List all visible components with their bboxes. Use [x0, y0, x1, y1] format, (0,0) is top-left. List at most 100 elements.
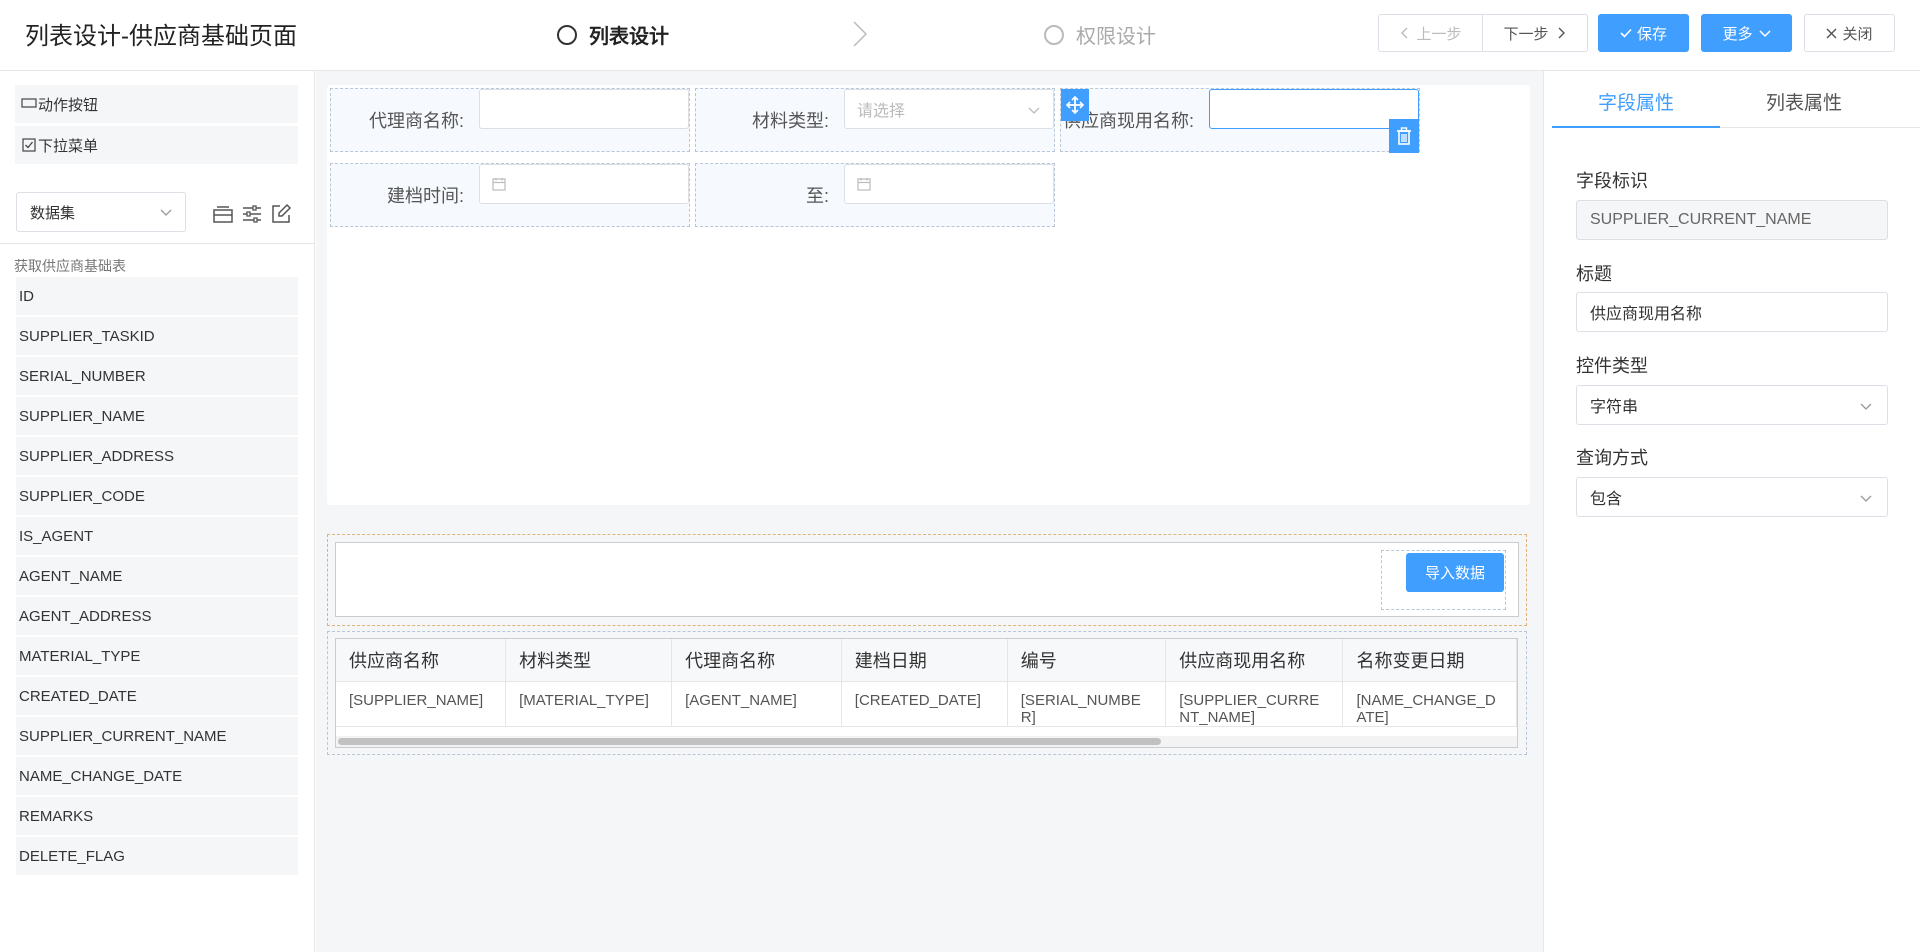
list-item[interactable]: AGENT_NAME [16, 557, 298, 595]
check-icon [1620, 28, 1632, 38]
import-data-button[interactable]: 导入数据 [1406, 553, 1504, 592]
title-input[interactable]: 供应商现用名称 [1576, 292, 1888, 332]
more-label: 更多 [1722, 25, 1753, 43]
chevron-left-icon [1401, 27, 1408, 39]
chevron-down-icon [1758, 30, 1771, 38]
data-table: 供应商名称 材料类型 代理商名称 建档日期 编号 供应商现用名称 名称变更日期 [SUPPL… [336, 639, 1517, 727]
tool-label: 动作按钮 [38, 96, 99, 114]
list-item[interactable]: SUPPLIER_ADDRESS [16, 437, 298, 475]
database-icon[interactable] [212, 203, 234, 230]
step-list-design[interactable]: 列表设计 [557, 20, 669, 49]
table-header-row: 供应商名称 材料类型 代理商名称 建档日期 编号 供应商现用名称 名称变更日期 [336, 639, 1517, 682]
table-column-header[interactable]: 供应商名称 [336, 639, 507, 682]
field-list: ID SUPPLIER_TASKID SERIAL_NUMBER SUPPLIER_N… [16, 277, 298, 877]
calendar-icon [857, 178, 871, 191]
table-column-header[interactable]: 材料类型 [505, 639, 673, 682]
created-time-start-input[interactable] [479, 164, 689, 204]
button-icon [20, 95, 38, 113]
query-mode-select[interactable]: 包含 [1576, 477, 1888, 517]
table-column-header[interactable]: 建档日期 [841, 639, 1008, 682]
list-item[interactable]: SERIAL_NUMBER [16, 357, 298, 395]
form-cell-supplier-current-name[interactable]: 供应商现用名称: [1060, 88, 1420, 152]
tool-dropdown-menu[interactable]: 下拉菜单 [15, 126, 298, 164]
list-item[interactable]: REMARKS [16, 797, 298, 835]
table-cell: [SUPPLIER_CURRENT_NAME] [1165, 681, 1344, 727]
tool-action-button[interactable]: 动作按钮 [15, 85, 298, 123]
tab-field-properties[interactable]: 字段属性 [1552, 88, 1720, 115]
step-circle-icon [557, 24, 577, 45]
checkbox-icon [20, 136, 38, 154]
step-permission-design[interactable]: 权限设计 [1044, 20, 1156, 49]
table-cell: [NAME_CHANGE_DATE] [1342, 681, 1517, 727]
control-type-value: 字符串 [1590, 399, 1639, 416]
query-mode-label: 查询方式 [1576, 448, 1648, 468]
more-button[interactable]: 更多 [1701, 14, 1792, 52]
supplier-current-name-input[interactable] [1209, 89, 1419, 129]
dataset-select[interactable]: 数据集 [16, 192, 186, 232]
agent-name-input[interactable] [479, 89, 689, 129]
save-button[interactable]: 保存 [1598, 14, 1689, 52]
table-area: 导入数据 供应商名称 材料类型 代理商名称 建档日期 编号 供应商现用名称 名称变更日期 [… [327, 534, 1527, 755]
filter-settings-icon[interactable] [241, 203, 263, 230]
form-cell-created-time-end[interactable]: 至: [695, 163, 1055, 227]
dataset-name-label: 获取供应商基础表 [14, 258, 126, 274]
list-item[interactable]: SUPPLIER_TASKID [16, 317, 298, 355]
prev-step-button[interactable]: 上一步 [1378, 14, 1483, 52]
button-region: 导入数据 [327, 534, 1527, 626]
list-item[interactable]: CREATED_DATE [16, 677, 298, 715]
table-column-header[interactable]: 编号 [1007, 639, 1167, 682]
table-cell: [SERIAL_NUMBER] [1007, 681, 1167, 727]
list-item[interactable]: ID [16, 277, 298, 315]
dataset-select-value: 数据集 [30, 204, 76, 222]
created-time-label: 建档时间: [386, 186, 464, 206]
edit-icon[interactable] [270, 203, 292, 230]
list-item[interactable]: AGENT_ADDRESS [16, 597, 298, 635]
created-time-end-input[interactable] [844, 164, 1054, 204]
table-column-header[interactable]: 供应商现用名称 [1165, 639, 1344, 682]
list-item[interactable]: NAME_CHANGE_DATE [16, 757, 298, 795]
to-label: 至: [805, 186, 829, 206]
close-button[interactable]: 关闭 [1804, 14, 1895, 52]
move-handle-icon[interactable] [1061, 89, 1089, 121]
material-type-select[interactable]: 请选择 [844, 89, 1054, 129]
table-cell: [MATERIAL_TYPE] [505, 681, 673, 727]
left-panel: 动作按钮 下拉菜单 数据集 获取供应商基础表 ID SUPPLIER_TASKID… [0, 71, 315, 952]
property-tabs: 字段属性 列表属性 [1552, 71, 1920, 128]
query-mode-value: 包含 [1590, 491, 1623, 508]
table-row[interactable]: [SUPPLIER_NAME] [MATERIAL_TYPE] [AGENT_NAM… [336, 681, 1517, 727]
list-item[interactable]: SUPPLIER_NAME [16, 397, 298, 435]
active-tab-indicator [1552, 126, 1720, 128]
material-type-placeholder: 请选择 [857, 103, 906, 120]
form-cell-created-time[interactable]: 建档时间: [330, 163, 690, 227]
page-title: 列表设计-供应商基础页面 [25, 23, 297, 50]
tab-list-properties[interactable]: 列表属性 [1720, 88, 1888, 115]
left-divider [0, 243, 315, 244]
calendar-icon [492, 178, 506, 191]
list-item[interactable]: SUPPLIER_CURRENT_NAME [16, 717, 298, 755]
button-region-inner: 导入数据 [335, 542, 1519, 617]
button-slot[interactable]: 导入数据 [1381, 550, 1506, 610]
table-column-header[interactable]: 代理商名称 [671, 639, 842, 682]
top-header: 列表设计-供应商基础页面 列表设计 权限设计 上一步 下一步 保存 更多 关闭 [0, 0, 1920, 71]
form-cell-material-type[interactable]: 材料类型: 请选择 [695, 88, 1055, 152]
agent-name-label: 代理商名称: [368, 111, 464, 131]
right-panel: 字段属性 列表属性 字段标识 SUPPLIER_CURRENT_NAME 标题 … [1543, 71, 1920, 952]
scrollbar-thumb[interactable] [338, 738, 1161, 745]
control-type-select[interactable]: 字符串 [1576, 385, 1888, 425]
list-item[interactable]: MATERIAL_TYPE [16, 637, 298, 675]
grid-region: 供应商名称 材料类型 代理商名称 建档日期 编号 供应商现用名称 名称变更日期 [SUPPL… [327, 631, 1527, 755]
step-arrow-icon [853, 21, 868, 47]
field-id-input: SUPPLIER_CURRENT_NAME [1576, 200, 1888, 240]
table-column-header[interactable]: 名称变更日期 [1342, 639, 1517, 682]
horizontal-scrollbar[interactable] [336, 736, 1517, 747]
list-item[interactable]: SUPPLIER_CODE [16, 477, 298, 515]
next-step-button[interactable]: 下一步 [1482, 14, 1588, 52]
design-canvas: 代理商名称: 材料类型: 请选择 供应商现用名称: 建档时间: 至: 导入数据 … [316, 71, 1543, 952]
list-item[interactable]: IS_AGENT [16, 517, 298, 555]
list-item[interactable]: DELETE_FLAG [16, 837, 298, 875]
delete-trash-icon[interactable] [1389, 119, 1419, 153]
table-cell: [CREATED_DATE] [841, 681, 1008, 727]
chevron-right-icon [1558, 27, 1565, 39]
form-cell-agent-name[interactable]: 代理商名称: [330, 88, 690, 152]
title-value: 供应商现用名称 [1590, 306, 1703, 323]
